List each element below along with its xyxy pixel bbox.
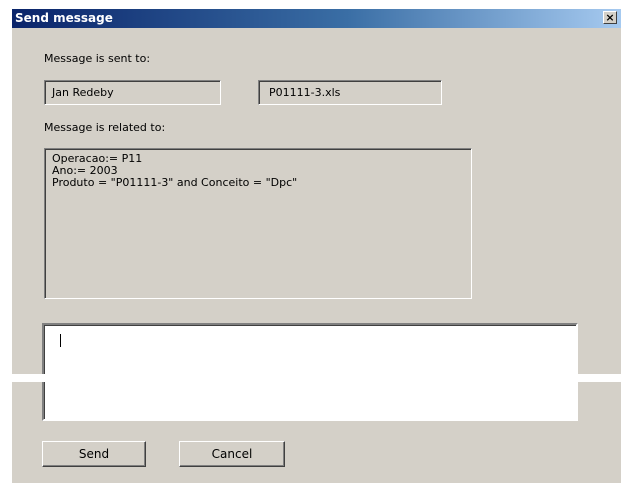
attachment-field: P01111-3.xls xyxy=(258,80,442,105)
sent-to-label: Message is sent to: xyxy=(44,52,151,65)
window-title: Send message xyxy=(15,11,113,25)
related-info-box: Operacao:= P11 Ano:= 2003 Produto = "P01… xyxy=(44,148,472,299)
title-bar[interactable]: Send message × xyxy=(12,9,621,28)
attachment-filename: P01111-3.xls xyxy=(269,86,341,99)
text-caret xyxy=(60,334,61,347)
send-button[interactable]: Send xyxy=(42,441,146,467)
close-icon[interactable]: × xyxy=(603,11,617,24)
related-info-text: Operacao:= P11 Ano:= 2003 Produto = "P01… xyxy=(52,153,297,189)
cancel-button[interactable]: Cancel xyxy=(179,441,285,467)
screenshot-gap xyxy=(0,374,621,382)
recipient-name: Jan Redeby xyxy=(52,86,114,99)
message-textarea[interactable] xyxy=(42,323,578,421)
related-line-produto: Produto = "P01111-3" and Conceito = "Dpc… xyxy=(52,176,298,189)
send-message-dialog: Send message × Message is sent to: Jan R… xyxy=(12,9,621,483)
related-to-label: Message is related to: xyxy=(44,121,166,134)
recipient-field: Jan Redeby xyxy=(44,80,221,105)
